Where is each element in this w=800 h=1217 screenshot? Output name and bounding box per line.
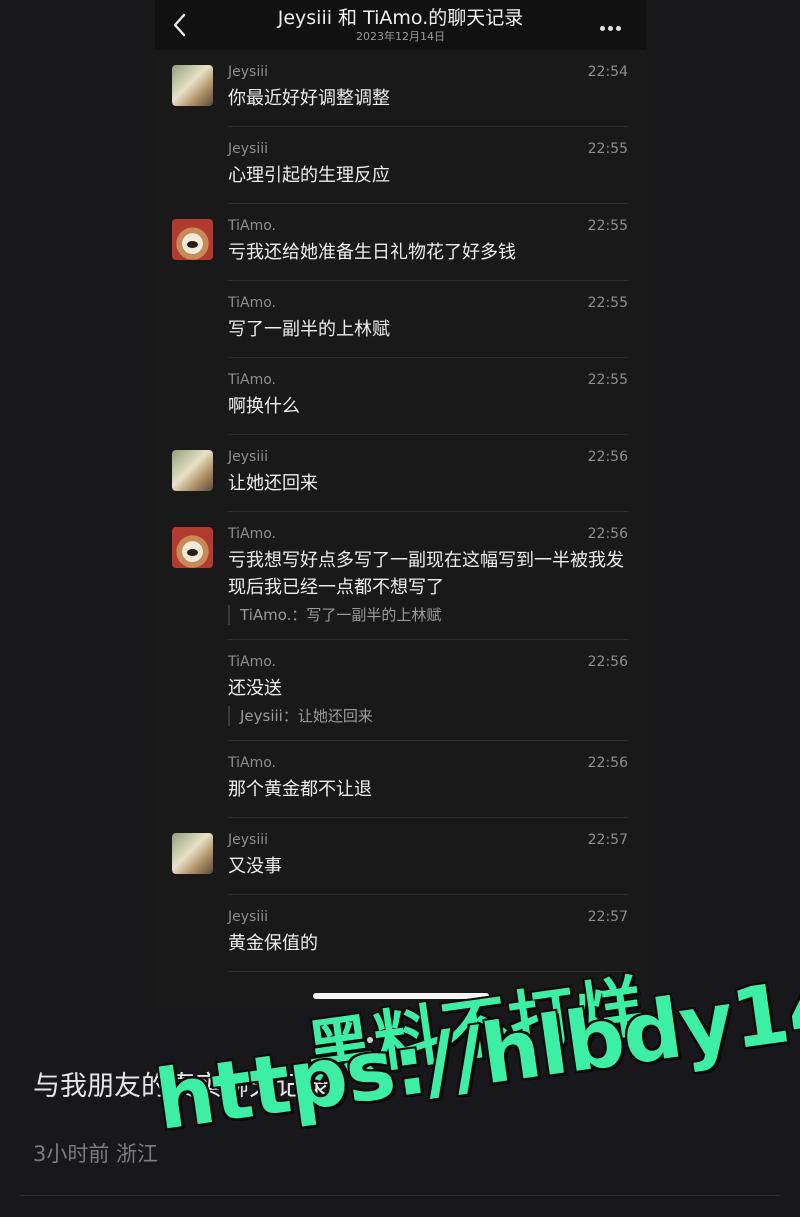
sender-name: TiAmo. xyxy=(228,526,276,542)
message-time: 22:55 xyxy=(587,141,628,157)
message-body: Jeysiii 22:57 黄金保值的 xyxy=(228,895,628,972)
chat-header: Jeysiii 和 TiAmo.的聊天记录 2023年12月14日 xyxy=(155,0,646,50)
message-list: Jeysiii 22:54 你最近好好调整调整 Jeysiii 22:55 心理引起的生理… xyxy=(155,50,646,972)
message-text: 还没送 xyxy=(228,678,282,699)
sender-name: Jeysiii xyxy=(228,832,268,848)
message-text: 亏我想写好点多写了一副现在这幅写到一半被我发现后我已经一点都不想写了 xyxy=(228,550,624,598)
chat-title: Jeysiii 和 TiAmo.的聊天记录 xyxy=(277,7,524,29)
message-row[interactable]: TiAmo. 22:55 写了一副半的上林赋 xyxy=(155,281,646,358)
avatar[interactable] xyxy=(172,450,213,491)
sender-name: TiAmo. xyxy=(228,755,276,771)
sender-name: TiAmo. xyxy=(228,654,276,670)
message-time: 22:55 xyxy=(587,372,628,388)
message-row[interactable]: TiAmo. 22:56 那个黄金都不让退 xyxy=(155,741,646,818)
sender-name: TiAmo. xyxy=(228,295,276,311)
message-row[interactable]: TiAmo. 22:56 还没送 Jeysiii：让她还回来 xyxy=(155,640,646,741)
chevron-left-icon[interactable] xyxy=(167,12,193,38)
message-time: 22:57 xyxy=(587,909,628,925)
quoted-reply[interactable]: Jeysiii：让她还回来 xyxy=(228,706,628,726)
message-body: Jeysiii 22:55 心理引起的生理反应 xyxy=(228,127,628,204)
message-row[interactable]: TiAmo. 22:55 啊换什么 xyxy=(155,358,646,435)
sender-name: TiAmo. xyxy=(228,218,276,234)
message-text: 又没事 xyxy=(228,856,282,877)
sender-name: Jeysiii xyxy=(228,141,268,157)
message-time: 22:54 xyxy=(587,64,628,80)
message-time: 22:56 xyxy=(587,449,628,465)
message-time: 22:55 xyxy=(587,218,628,234)
chat-date: 2023年12月14日 xyxy=(356,30,445,43)
message-text: 你最近好好调整调整 xyxy=(228,88,390,109)
message-row[interactable]: TiAmo. 22:55 亏我还给她准备生日礼物花了好多钱 xyxy=(155,204,646,281)
message-body: TiAmo. 22:56 亏我想写好点多写了一副现在这幅写到一半被我发现后我已经一点… xyxy=(228,512,628,640)
message-text: 写了一副半的上林赋 xyxy=(228,319,390,340)
message-body: Jeysiii 22:54 你最近好好调整调整 xyxy=(228,50,628,127)
avatar[interactable] xyxy=(172,65,213,106)
message-row[interactable]: TiAmo. 22:56 亏我想写好点多写了一副现在这幅写到一半被我发现后我已经一点… xyxy=(155,512,646,640)
message-time: 22:55 xyxy=(587,295,628,311)
message-row[interactable]: Jeysiii 22:56 让她还回来 xyxy=(155,435,646,512)
message-text: 黄金保值的 xyxy=(228,933,318,954)
avatar[interactable] xyxy=(172,833,213,874)
message-row[interactable]: Jeysiii 22:55 心理引起的生理反应 xyxy=(155,127,646,204)
message-body: TiAmo. 22:55 写了一副半的上林赋 xyxy=(228,281,628,358)
quoted-reply[interactable]: TiAmo.：写了一副半的上林赋 xyxy=(228,605,628,625)
post-meta: 3小时前 浙江 xyxy=(33,1142,159,1166)
message-time: 22:56 xyxy=(587,654,628,670)
chat-header-title-group: Jeysiii 和 TiAmo.的聊天记录 2023年12月14日 xyxy=(215,6,586,44)
message-time: 22:56 xyxy=(587,526,628,542)
message-text: 心理引起的生理反应 xyxy=(228,165,390,186)
message-body: Jeysiii 22:56 让她还回来 xyxy=(228,435,628,512)
message-time: 22:57 xyxy=(587,832,628,848)
message-text: 让她还回来 xyxy=(228,473,318,494)
avatar[interactable] xyxy=(172,219,213,260)
message-body: Jeysiii 22:57 又没事 xyxy=(228,818,628,895)
message-text: 那个黄金都不让退 xyxy=(228,779,372,800)
message-body: TiAmo. 22:55 亏我还给她准备生日礼物花了好多钱 xyxy=(228,204,628,281)
message-time: 22:56 xyxy=(587,755,628,771)
message-body: TiAmo. 22:56 还没送 Jeysiii：让她还回来 xyxy=(228,640,628,741)
message-row[interactable]: Jeysiii 22:54 你最近好好调整调整 xyxy=(155,50,646,127)
message-text: 亏我还给她准备生日礼物花了好多钱 xyxy=(228,242,516,263)
chat-history-screenshot: Jeysiii 和 TiAmo.的聊天记录 2023年12月14日 Jeysii… xyxy=(155,0,646,1008)
sender-name: Jeysiii xyxy=(228,909,268,925)
message-row[interactable]: Jeysiii 22:57 又没事 xyxy=(155,818,646,895)
message-body: TiAmo. 22:55 啊换什么 xyxy=(228,358,628,435)
sender-name: Jeysiii xyxy=(228,64,268,80)
avatar[interactable] xyxy=(172,527,213,568)
sender-name: TiAmo. xyxy=(228,372,276,388)
message-text: 啊换什么 xyxy=(228,396,300,417)
sender-name: Jeysiii xyxy=(228,449,268,465)
more-dots-icon[interactable] xyxy=(600,16,626,34)
message-body: TiAmo. 22:56 那个黄金都不让退 xyxy=(228,741,628,818)
message-row[interactable]: Jeysiii 22:57 黄金保值的 xyxy=(155,895,646,972)
divider xyxy=(20,1195,780,1196)
